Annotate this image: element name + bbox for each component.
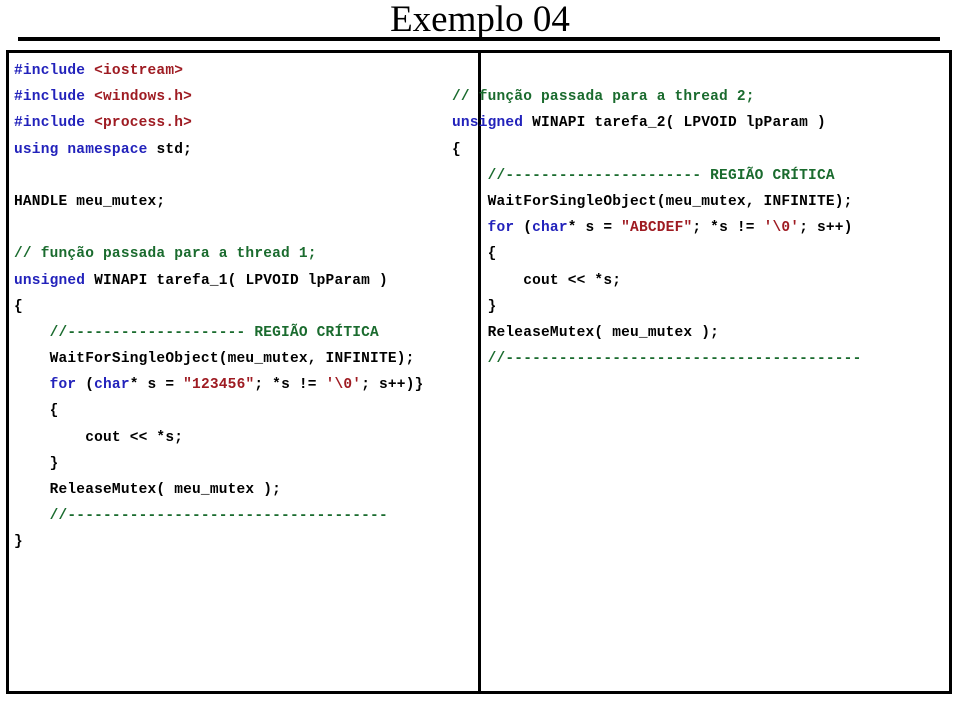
- code-token-cmt: //---------------------- REGIÃO CRÍTICA: [452, 167, 835, 184]
- code-line: unsigned WINAPI tarefa_2( LPVOID lpParam…: [452, 110, 952, 136]
- code-token-pp: #include: [14, 63, 95, 79]
- code-token-plain: cout << *s;: [14, 429, 184, 446]
- code-token-pp: #include: [14, 115, 95, 132]
- code-token-plain: WaitForSingleObject(meu_mutex, INFINITE)…: [14, 351, 415, 368]
- code-line: //--------------------------------------…: [452, 346, 952, 372]
- code-line: cout << *s;: [14, 425, 474, 451]
- code-line: // função passada para a thread 2;: [452, 84, 952, 110]
- code-line: ReleaseMutex( meu_mutex );: [14, 477, 474, 503]
- code-token-str: <windows.h>: [94, 89, 193, 106]
- code-token-str: <process.h>: [94, 115, 193, 132]
- code-line: {: [14, 398, 474, 424]
- code-token-kw: for: [487, 220, 524, 237]
- code-token-cmt: //-------------------- REGIÃO CRÍTICA: [14, 324, 379, 341]
- code-line: WaitForSingleObject(meu_mutex, INFINITE)…: [452, 189, 952, 215]
- code-token-plain: std;: [156, 141, 193, 158]
- code-token-plain: HANDLE meu_mutex;: [14, 193, 166, 210]
- code-token-kw: for: [49, 377, 86, 394]
- code-line: // função passada para a thread 1;: [14, 241, 474, 267]
- code-token-str: "ABCDEF": [621, 220, 693, 237]
- title-divider-rule: [18, 37, 940, 41]
- code-token-plain: * s =: [567, 220, 622, 237]
- code-token-plain: ; *s !=: [692, 220, 764, 237]
- code-token-pp: #include: [14, 89, 95, 106]
- code-token-kw: char: [94, 377, 130, 394]
- code-line: {: [452, 137, 952, 163]
- code-token-cmt: // função passada para a thread 1;: [14, 246, 317, 263]
- code-token-str: '\0': [763, 220, 800, 237]
- code-token-plain: }: [452, 298, 497, 315]
- code-token-cmt: //--------------------------------------…: [452, 351, 862, 368]
- code-line: {: [452, 241, 952, 267]
- page-title: Exemplo 04: [390, 0, 570, 40]
- code-token-plain: ReleaseMutex( meu_mutex );: [14, 482, 282, 498]
- code-line: //---------------------- REGIÃO CRÍTICA: [452, 163, 952, 189]
- code-token-kw: using namespace: [14, 141, 157, 158]
- code-line: //------------------------------------: [14, 503, 474, 529]
- code-token-plain: {: [14, 298, 23, 315]
- code-token-plain: ; s++): [799, 220, 853, 237]
- code-token-str: '\0': [325, 377, 362, 394]
- code-token-plain: }: [14, 455, 59, 472]
- code-block-left: #include <iostream> #include <windows.h> #…: [14, 58, 474, 556]
- code-line: unsigned WINAPI tarefa_1( LPVOID lpParam…: [14, 268, 474, 294]
- code-token-plain: * s =: [129, 377, 184, 394]
- code-token-kw: unsigned: [452, 115, 533, 132]
- code-line: }: [14, 529, 474, 555]
- code-line: #include <windows.h>: [14, 84, 474, 110]
- code-token-kw: char: [532, 220, 568, 237]
- code-token-plain: }: [14, 534, 23, 551]
- code-token-cmt: //------------------------------------: [14, 508, 388, 525]
- code-token-plain: WINAPI tarefa_1( LPVOID lpParam ): [94, 272, 388, 289]
- code-token-plain: (: [85, 377, 95, 394]
- code-line: HANDLE meu_mutex;: [14, 189, 474, 215]
- code-line: cout << *s;: [452, 268, 952, 294]
- code-token-str: "123456": [183, 377, 255, 394]
- code-token-plain: cout << *s;: [452, 272, 622, 289]
- code-line: }: [14, 451, 474, 477]
- code-block-right: // função passada para a thread 2; unsign…: [452, 58, 952, 372]
- code-token-plain: ; *s !=: [254, 377, 326, 394]
- code-token-plain: {: [14, 403, 59, 420]
- code-line: {: [14, 294, 474, 320]
- code-token-cmt: // função passada para a thread 2;: [452, 89, 755, 106]
- code-line: #include <process.h>: [14, 110, 474, 136]
- code-line: for (char* s = "ABCDEF"; *s != '\0'; s++…: [452, 215, 952, 241]
- code-token-plain: WINAPI tarefa_2( LPVOID lpParam ): [532, 115, 826, 132]
- code-token-plain: ReleaseMutex( meu_mutex );: [452, 324, 720, 341]
- code-token-plain: {: [452, 246, 497, 263]
- code-line: using namespace std;: [14, 137, 474, 163]
- code-line: for (char* s = "123456"; *s != '\0'; s++…: [14, 372, 474, 398]
- code-token-plain: {: [452, 141, 461, 158]
- code-token-plain: (: [523, 220, 533, 237]
- code-line: }: [452, 294, 952, 320]
- code-line: //-------------------- REGIÃO CRÍTICA: [14, 320, 474, 346]
- code-token-plain: WaitForSingleObject(meu_mutex, INFINITE)…: [452, 193, 853, 210]
- code-token-str: <iostream>: [94, 63, 184, 79]
- code-line: WaitForSingleObject(meu_mutex, INFINITE)…: [14, 346, 474, 372]
- code-line: ReleaseMutex( meu_mutex );: [452, 320, 952, 346]
- code-line: #include <iostream>: [14, 58, 474, 84]
- code-token-kw: unsigned: [14, 272, 95, 289]
- code-token-plain: ; s++)}: [361, 377, 424, 394]
